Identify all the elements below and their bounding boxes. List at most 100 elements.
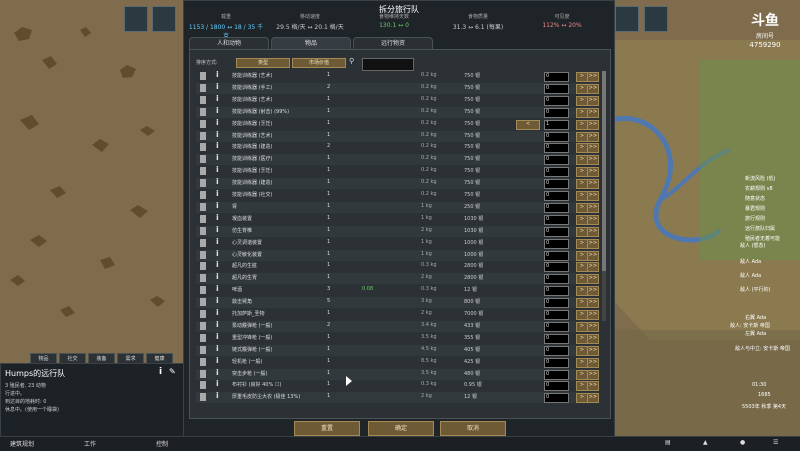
map-label[interactable]: 敌人: 安卡斯 帝国 — [730, 322, 770, 329]
increase-all-button[interactable]: >> — [587, 381, 599, 392]
transfer-quantity-input[interactable]: 0 — [544, 83, 569, 94]
info-icon[interactable]: i — [216, 368, 219, 377]
increase-all-button[interactable]: >> — [587, 345, 599, 356]
info-icon[interactable]: i — [216, 177, 219, 186]
info-icon[interactable]: i — [216, 320, 219, 329]
increase-all-button[interactable]: >> — [587, 310, 599, 320]
colonist-portrait[interactable] — [152, 6, 176, 32]
rename-icon[interactable]: ✎ — [169, 367, 176, 376]
increase-all-button[interactable]: >> — [587, 393, 599, 404]
info-icon[interactable]: i — [159, 367, 162, 377]
transfer-quantity-input[interactable]: 0 — [544, 369, 569, 380]
transfer-quantity-input[interactable]: 0 — [544, 72, 569, 82]
transfer-quantity-input[interactable]: 0 — [544, 143, 569, 154]
book-icon[interactable]: ▤ — [665, 439, 671, 446]
info-icon[interactable]: i — [216, 70, 219, 79]
increase-all-button[interactable]: >> — [587, 369, 599, 380]
increase-all-button[interactable]: >> — [587, 167, 599, 178]
increase-all-button[interactable]: >> — [587, 179, 599, 190]
increase-all-button[interactable]: >> — [587, 298, 599, 309]
info-icon[interactable]: i — [216, 237, 219, 246]
transfer-quantity-input[interactable]: 0 — [544, 238, 569, 249]
info-icon[interactable]: i — [216, 249, 219, 258]
increase-all-button[interactable]: >> — [587, 95, 599, 106]
increase-all-button[interactable]: >> — [587, 262, 599, 273]
map-label[interactable]: 敌人 (平行的) — [740, 286, 771, 293]
transfer-quantity-input[interactable]: 0 — [544, 333, 569, 344]
work-tab[interactable]: 工作 — [84, 439, 96, 448]
architect-tab[interactable]: 建筑规划 — [10, 439, 34, 448]
transfer-quantity-input[interactable]: 0 — [544, 250, 569, 261]
transfer-quantity-input[interactable]: 0 — [544, 321, 569, 332]
increase-all-button[interactable]: >> — [587, 155, 599, 166]
sort-type-button[interactable]: 类型 — [236, 58, 290, 68]
transfer-quantity-input[interactable]: 0 — [544, 381, 569, 392]
transfer-quantity-input[interactable]: 1 — [544, 119, 569, 130]
increase-all-button[interactable]: >> — [587, 226, 599, 237]
search-input[interactable] — [362, 58, 414, 71]
info-icon[interactable]: i — [216, 379, 219, 388]
info-icon[interactable]: i — [216, 165, 219, 174]
transfer-quantity-input[interactable]: 0 — [544, 179, 569, 190]
menu-icon[interactable]: ☰ — [773, 439, 778, 446]
info-icon[interactable]: i — [216, 189, 219, 198]
info-icon[interactable]: i — [216, 356, 219, 365]
increase-all-button[interactable]: >> — [587, 131, 599, 142]
increase-all-button[interactable]: >> — [587, 333, 599, 344]
info-icon[interactable]: i — [216, 82, 219, 91]
increase-all-button[interactable]: >> — [587, 357, 599, 368]
transfer-quantity-input[interactable]: 0 — [544, 357, 569, 368]
info-icon[interactable]: i — [216, 344, 219, 353]
info-icon[interactable]: i — [216, 213, 219, 222]
info-icon[interactable]: i — [216, 153, 219, 162]
decrease-button[interactable]: < — [516, 119, 540, 130]
map-label[interactable]: 敌人 Ada — [740, 258, 761, 265]
transfer-quantity-input[interactable]: 0 — [544, 298, 569, 309]
increase-all-button[interactable]: >> — [587, 119, 599, 130]
increase-all-button[interactable]: >> — [587, 214, 599, 225]
info-icon[interactable]: i — [216, 130, 219, 139]
info-icon[interactable]: i — [216, 260, 219, 269]
increase-all-button[interactable]: >> — [587, 321, 599, 332]
increase-all-button[interactable]: >> — [587, 238, 599, 249]
increase-all-button[interactable]: >> — [587, 202, 599, 213]
transfer-quantity-input[interactable]: 0 — [544, 310, 569, 320]
transfer-quantity-input[interactable]: 0 — [544, 95, 569, 106]
increase-all-button[interactable]: >> — [587, 83, 599, 94]
transfer-quantity-input[interactable]: 0 — [544, 345, 569, 356]
map-label[interactable]: 左翼 Ada — [745, 330, 766, 337]
info-icon[interactable]: i — [216, 272, 219, 281]
transfer-quantity-input[interactable]: 0 — [544, 167, 569, 178]
map-label[interactable]: 敌人 (怒态) — [740, 242, 766, 249]
increase-all-button[interactable]: >> — [587, 274, 599, 285]
transfer-quantity-input[interactable]: 0 — [544, 393, 569, 404]
transfer-quantity-input[interactable]: 0 — [544, 155, 569, 166]
map-label[interactable]: 敌人 Ada — [740, 272, 761, 279]
scrollbar-thumb[interactable] — [602, 71, 606, 271]
transfer-quantity-input[interactable]: 0 — [544, 202, 569, 213]
info-icon[interactable]: i — [216, 391, 219, 400]
info-icon[interactable]: i — [216, 308, 219, 317]
control-tab[interactable]: 控制 — [156, 439, 168, 448]
transfer-quantity-input[interactable]: 0 — [544, 107, 569, 118]
increase-all-button[interactable]: >> — [587, 72, 599, 82]
info-icon[interactable]: i — [216, 201, 219, 210]
info-icon[interactable]: i — [216, 296, 219, 305]
colonist-portrait[interactable] — [644, 6, 668, 32]
increase-all-button[interactable]: >> — [587, 107, 599, 118]
increase-all-button[interactable]: >> — [587, 286, 599, 297]
transfer-quantity-input[interactable]: 0 — [544, 286, 569, 297]
colonist-portrait[interactable] — [124, 6, 148, 32]
map-label[interactable]: 敌人与中立: 安卡斯 帝国 — [735, 345, 790, 352]
reset-button[interactable]: 重置 — [294, 421, 360, 436]
transfer-quantity-input[interactable]: 0 — [544, 226, 569, 237]
transfer-quantity-input[interactable]: 0 — [544, 274, 569, 285]
info-icon[interactable]: i — [216, 106, 219, 115]
colonist-portrait[interactable] — [615, 6, 639, 32]
cancel-button[interactable]: 取消 — [440, 421, 506, 436]
confirm-button[interactable]: 确定 — [368, 421, 434, 436]
info-icon[interactable]: i — [216, 332, 219, 341]
increase-all-button[interactable]: >> — [587, 191, 599, 201]
info-icon[interactable]: i — [216, 118, 219, 127]
scrollbar[interactable] — [602, 71, 606, 321]
